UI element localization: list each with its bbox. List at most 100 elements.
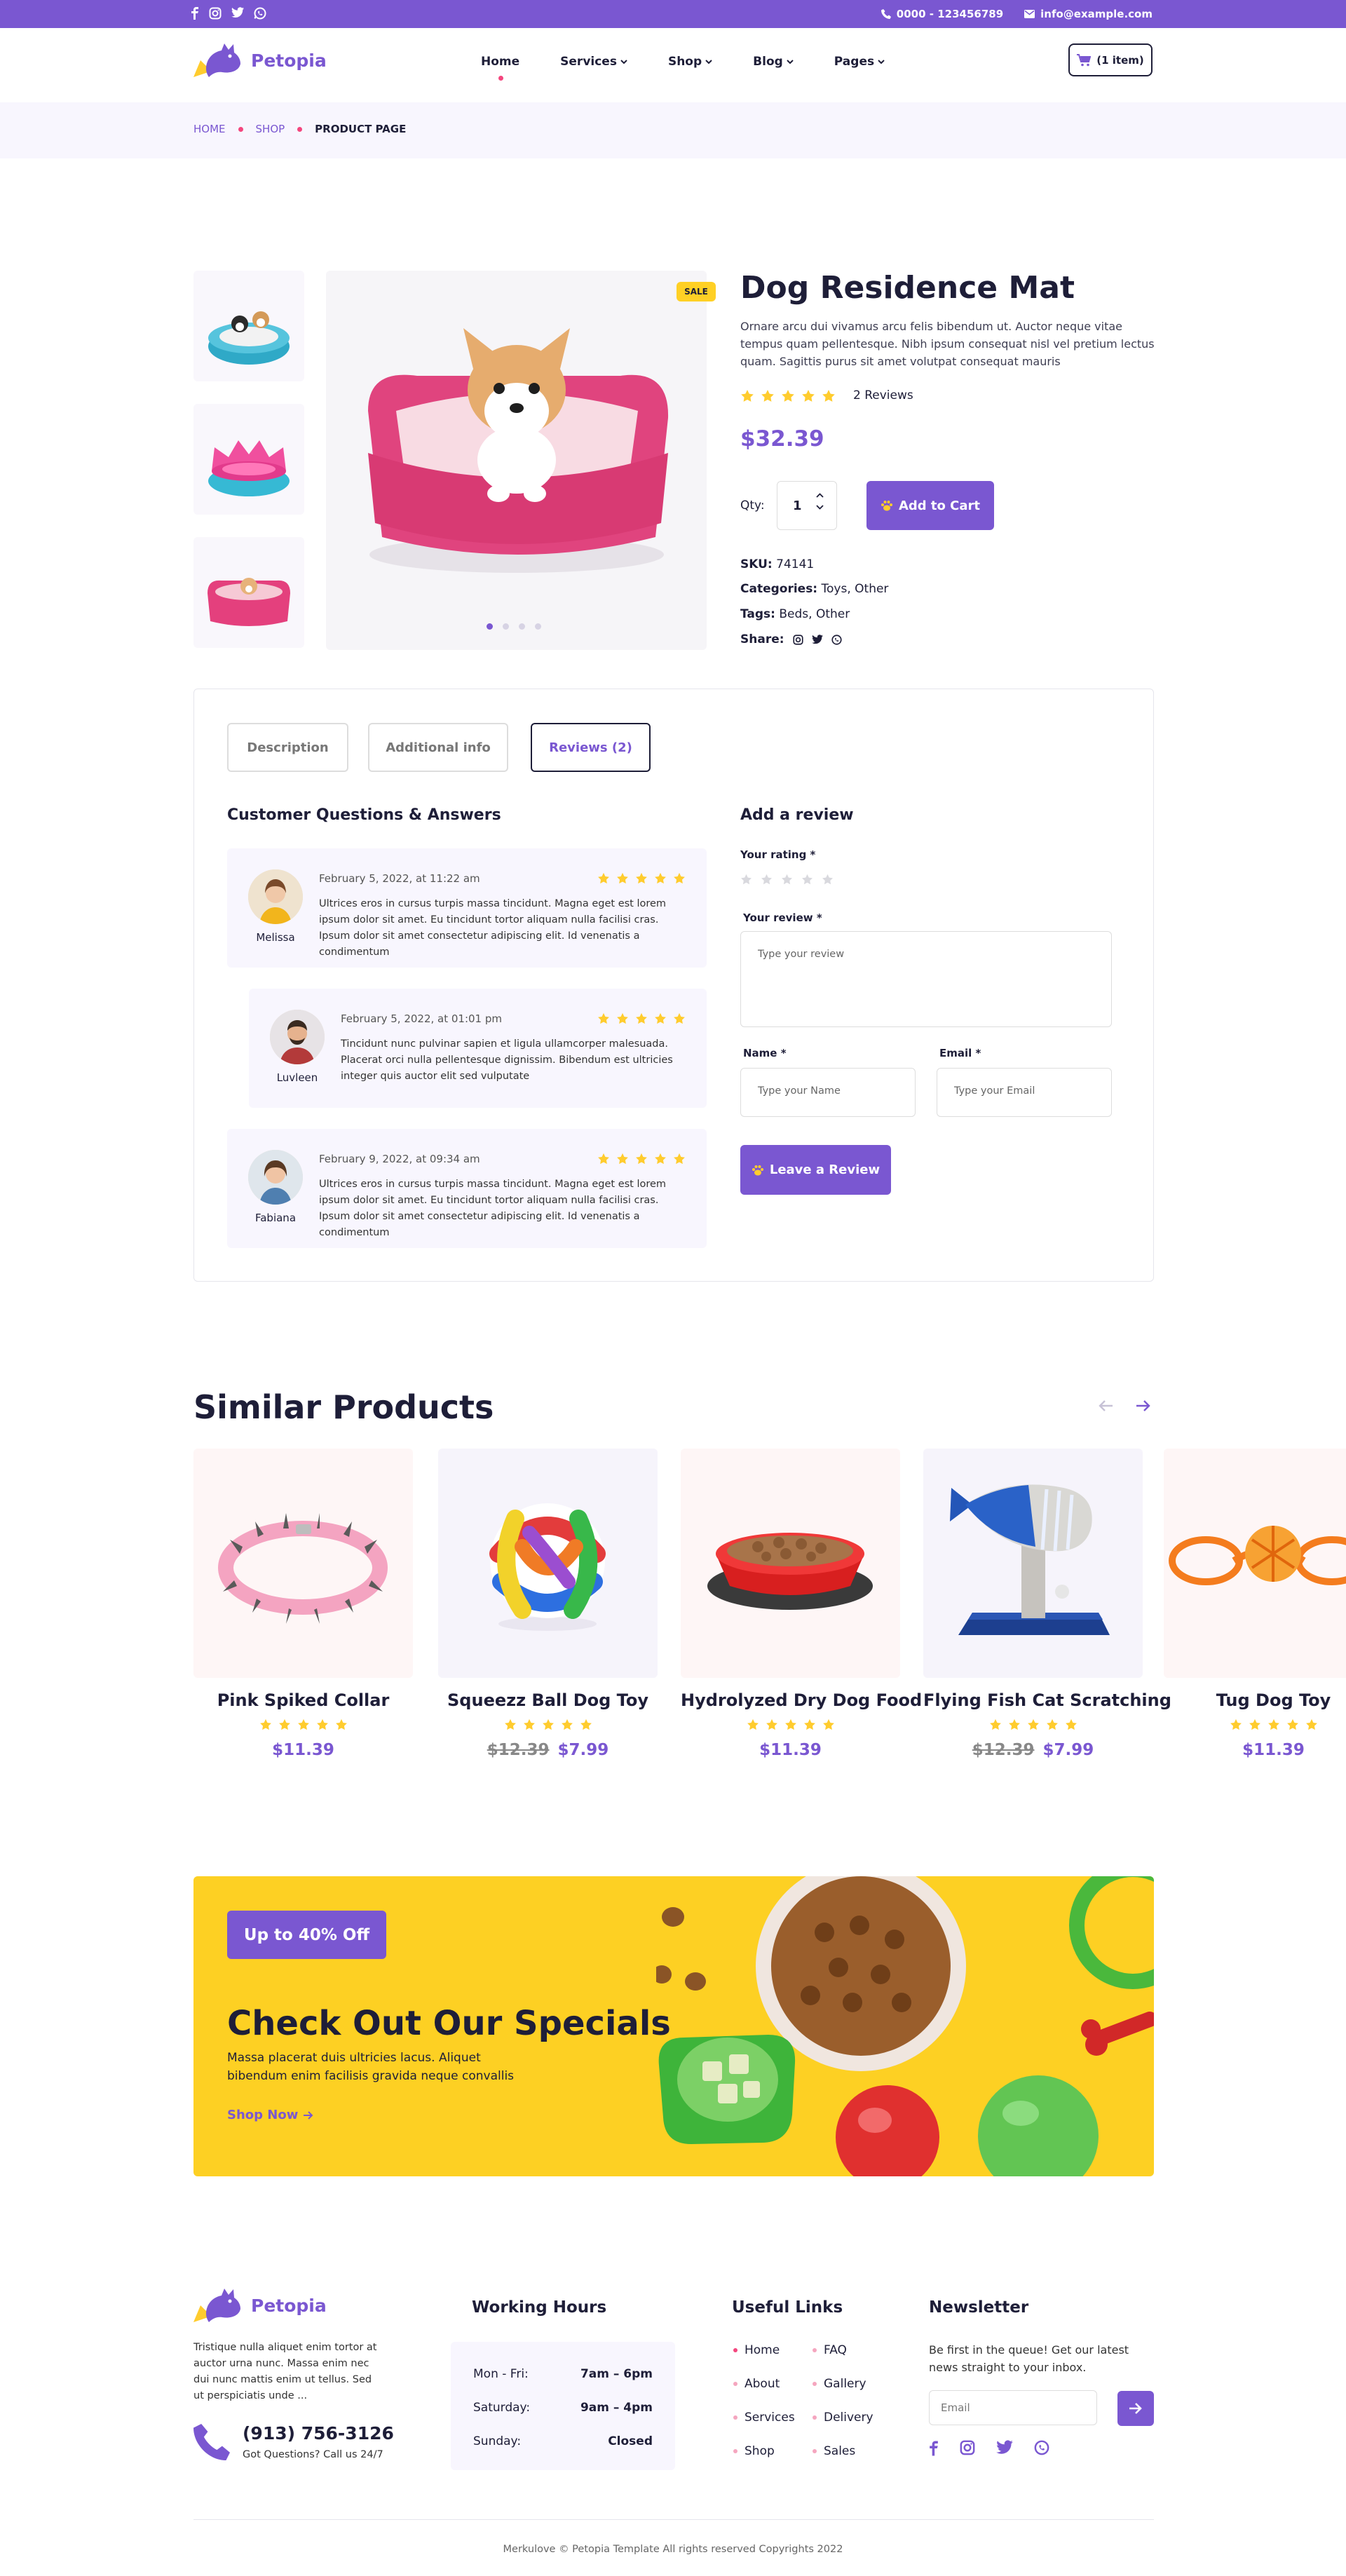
footer-link-home[interactable]: Home: [733, 2343, 780, 2357]
product-tags: Tags: Beds, Other: [740, 607, 850, 621]
product-card-title[interactable]: Flying Fish Cat Scratching: [923, 1690, 1171, 1710]
star-icon[interactable]: [761, 874, 773, 886]
footer-link-about[interactable]: About: [733, 2377, 780, 2391]
chevron-up-icon[interactable]: [816, 493, 824, 498]
product-card-title[interactable]: Tug Dog Toy: [1164, 1690, 1346, 1710]
star-icon: [1267, 1719, 1279, 1730]
twitter-icon[interactable]: [996, 2440, 1013, 2455]
product-card-image[interactable]: [438, 1449, 658, 1678]
qty-value[interactable]: 1: [793, 499, 802, 513]
product-card-title[interactable]: Squeezz Ball Dog Toy: [438, 1690, 658, 1710]
footer-link-sales[interactable]: Sales: [813, 2444, 855, 2458]
top-email-text: info@example.com: [1040, 8, 1153, 20]
whatsapp-icon[interactable]: [254, 7, 266, 20]
dog-residence-mat-image: [368, 328, 669, 573]
product-reviews-link[interactable]: 2 Reviews: [853, 388, 913, 402]
tab-reviews[interactable]: Reviews (2): [531, 723, 651, 772]
rating-input[interactable]: [740, 874, 834, 886]
footer-phone[interactable]: (913) 756-3126 Got Questions? Call us 24…: [193, 2423, 394, 2460]
twitter-icon[interactable]: [811, 635, 823, 644]
whatsapp-icon[interactable]: [1034, 2440, 1049, 2455]
footer-link-services[interactable]: Services: [733, 2411, 795, 2425]
product-main-image[interactable]: [326, 271, 707, 650]
instagram-icon[interactable]: [209, 7, 222, 20]
product-card-image[interactable]: [681, 1449, 900, 1678]
star-icon[interactable]: [740, 874, 752, 886]
email-field[interactable]: Type your Email: [937, 1068, 1112, 1117]
footer-logo[interactable]: Petopia: [191, 2286, 327, 2325]
twitter-icon[interactable]: [231, 7, 244, 18]
footer-link-faq[interactable]: FAQ: [813, 2343, 847, 2357]
product-share: Share:: [740, 632, 842, 646]
gallery-dot-active[interactable]: [487, 623, 493, 630]
star-icon[interactable]: [801, 874, 813, 886]
gallery-dot[interactable]: [519, 623, 525, 630]
nav-pages[interactable]: Pages: [834, 55, 885, 69]
chevron-down-icon: [878, 59, 885, 64]
footer-link-shop[interactable]: Shop: [733, 2444, 775, 2458]
gallery-dot[interactable]: [535, 623, 541, 630]
footer-link-delivery[interactable]: Delivery: [813, 2411, 873, 2425]
product-card-image[interactable]: [923, 1449, 1143, 1678]
nav-blog[interactable]: Blog: [753, 55, 794, 69]
product-card[interactable]: Pink Spiked Collar $11.39: [193, 1449, 413, 1759]
gallery-dot[interactable]: [503, 623, 509, 630]
facebook-icon[interactable]: [929, 2440, 939, 2457]
footer-link-label: Services: [745, 2411, 795, 2425]
product-card-title[interactable]: Hydrolyzed Dry Dog Food: [681, 1690, 922, 1710]
star-icon[interactable]: [781, 874, 793, 886]
product-card-rating: [438, 1719, 658, 1731]
paw-icon: [881, 501, 892, 511]
star-icon: [598, 872, 609, 884]
categories-value[interactable]: Toys, Other: [822, 582, 889, 596]
product-card-image[interactable]: [1164, 1449, 1346, 1678]
review-card: Luvleen February 5, 2022, at 01:01 pm Ti…: [249, 989, 707, 1108]
instagram-icon[interactable]: [792, 634, 803, 645]
rating-label: Your rating *: [740, 848, 816, 861]
product-card-current-price: $7.99: [557, 1741, 609, 1759]
gallery-thumbnail-2[interactable]: [193, 404, 304, 515]
nav-home[interactable]: Home: [481, 55, 519, 81]
star-icon[interactable]: [822, 874, 834, 886]
product-card[interactable]: Flying Fish Cat Scratching $12.39 $7.99: [923, 1449, 1171, 1759]
star-icon: [561, 1719, 573, 1730]
nav-shop[interactable]: Shop: [668, 55, 712, 69]
leave-review-button[interactable]: Leave a Review: [740, 1145, 891, 1195]
cart-button[interactable]: (1 item): [1068, 43, 1153, 76]
product-card-title[interactable]: Pink Spiked Collar: [193, 1690, 413, 1710]
gallery-thumbnail-1[interactable]: [193, 271, 304, 381]
brand-logo[interactable]: Petopia: [191, 41, 327, 80]
review-textarea[interactable]: Type your review: [740, 931, 1112, 1027]
star-icon: [504, 1719, 516, 1730]
tab-additional-info[interactable]: Additional info: [368, 723, 508, 772]
newsletter-submit-button[interactable]: [1117, 2391, 1154, 2426]
tab-description[interactable]: Description: [227, 723, 348, 772]
product-card[interactable]: Hydrolyzed Dry Dog Food $11.39: [681, 1449, 922, 1759]
breadcrumb-home[interactable]: HOME: [193, 123, 226, 135]
product-card[interactable]: Tug Dog Toy $11.39: [1164, 1449, 1346, 1759]
add-to-cart-button[interactable]: Add to Cart: [866, 481, 994, 530]
name-field[interactable]: Type your Name: [740, 1068, 916, 1117]
instagram-icon[interactable]: [960, 2440, 975, 2455]
footer-link-gallery[interactable]: Gallery: [813, 2377, 866, 2391]
tags-value[interactable]: Beds, Other: [779, 607, 850, 621]
star-icon: [822, 390, 835, 402]
arrow-right-icon[interactable]: [1136, 1399, 1151, 1412]
shop-now-link[interactable]: Shop Now: [227, 2108, 313, 2122]
paw-icon: [752, 1165, 763, 1175]
gallery-thumbnail-3[interactable]: [193, 537, 304, 648]
top-email[interactable]: info@example.com: [1024, 8, 1153, 20]
mail-icon: [1024, 10, 1035, 18]
facebook-icon[interactable]: [191, 7, 199, 20]
product-card-image[interactable]: [193, 1449, 413, 1678]
top-phone[interactable]: 0000 - 123456789: [881, 8, 1003, 20]
product-card[interactable]: Squeezz Ball Dog Toy $12.39 $7.99: [438, 1449, 658, 1759]
newsletter-email-input[interactable]: Email: [929, 2390, 1097, 2425]
quantity-stepper[interactable]: 1: [777, 481, 837, 530]
breadcrumb-shop[interactable]: SHOP: [256, 123, 285, 135]
footer-divider: [193, 2519, 1154, 2520]
whatsapp-icon[interactable]: [831, 634, 842, 645]
nav-services[interactable]: Services: [560, 55, 627, 69]
chevron-down-icon[interactable]: [816, 505, 824, 510]
arrow-left-icon[interactable]: [1098, 1399, 1113, 1412]
